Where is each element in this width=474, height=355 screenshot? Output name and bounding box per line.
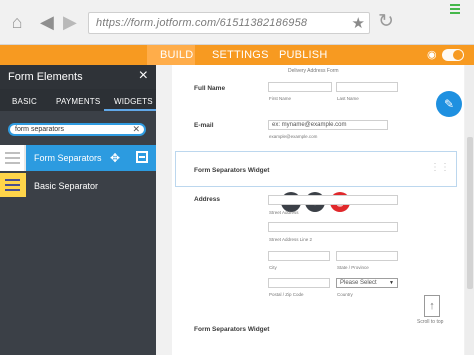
tab-payments[interactable]: PAYMENTS <box>56 97 100 106</box>
url-bar[interactable]: https://form.jotform.com/61511382186958 … <box>88 12 370 34</box>
postal-code-input[interactable] <box>268 278 330 288</box>
reload-icon[interactable]: ↻ <box>376 10 396 32</box>
sidebar-header: Form Elements × <box>0 65 156 89</box>
email-input[interactable]: ex: myname@example.com <box>268 120 388 130</box>
active-tab-indicator <box>104 109 156 111</box>
widget-search-input[interactable]: form separators ✕ <box>8 123 146 136</box>
preview-toggle[interactable] <box>442 49 464 61</box>
paint-brush-icon[interactable]: ✎ <box>436 91 462 117</box>
email-label: E-mail <box>194 122 214 129</box>
country-select[interactable]: Please Select ▼ <box>336 278 398 288</box>
canvas-scrollbar[interactable] <box>465 65 474 355</box>
first-name-sub: First Name <box>269 96 292 101</box>
star-icon[interactable]: ★ <box>352 14 365 32</box>
last-name-sub: Last Name <box>337 96 359 101</box>
sidebar-tabs: BASIC PAYMENTS WIDGETS <box>0 89 156 111</box>
url-text: https://form.jotform.com/61511382186958 <box>96 17 308 29</box>
add-widget-icon[interactable] <box>136 151 148 163</box>
address-label: Address <box>194 196 221 203</box>
widget-title: Form Separators Widget <box>194 167 270 174</box>
sidebar-title: Form Elements <box>8 71 83 83</box>
scroll-to-top-icon[interactable]: ↑ <box>424 295 440 317</box>
scroll-to-top-label[interactable]: Scroll to top <box>417 319 443 325</box>
form-page: Delivery Address Form Full Name First Na… <box>172 65 464 355</box>
back-arrow-icon[interactable]: ◀ <box>40 12 58 32</box>
full-name-label: Full Name <box>194 85 226 92</box>
form-separators-icon <box>0 145 26 171</box>
search-query: form separators <box>15 126 65 133</box>
country-sub: Country <box>337 292 353 297</box>
home-icon[interactable]: ⌂ <box>6 12 28 32</box>
forward-arrow-icon[interactable]: ▶ <box>63 12 81 32</box>
email-placeholder: ex: myname@example.com <box>272 122 347 128</box>
sidebar-item-form-separators[interactable]: Form Separators ✥ <box>0 145 156 171</box>
drag-move-icon[interactable]: ✥ <box>110 151 120 165</box>
top-navigation: BUILD SETTINGS PUBLISH ◉ <box>0 45 474 65</box>
close-icon[interactable]: × <box>139 67 148 85</box>
city-sub: City <box>269 265 277 270</box>
form-separators-widget[interactable]: Form Separators Widget ⋮⋮ <box>175 151 457 187</box>
street-address-2-sub: Street Address Line 2 <box>269 237 313 242</box>
tab-widgets[interactable]: WIDGETS <box>114 97 153 106</box>
sidebar-item-basic-separator[interactable]: Basic Separator <box>0 173 156 197</box>
menu-icon[interactable] <box>450 4 460 14</box>
widget-title-2: Form Separators Widget <box>194 326 270 333</box>
street-address-sub: Street Address <box>269 210 299 215</box>
city-input[interactable] <box>268 251 330 261</box>
postal-code-sub: Postal / Zip Code <box>269 292 304 297</box>
email-sub: example@example.com <box>269 134 318 139</box>
scroll-thumb[interactable] <box>467 137 473 289</box>
last-name-input[interactable] <box>336 82 398 92</box>
toggle-knob <box>453 50 463 60</box>
state-sub: State / Province <box>337 265 369 270</box>
tab-basic[interactable]: BASIC <box>12 97 37 106</box>
street-address-2-input[interactable] <box>268 222 398 232</box>
tab-publish[interactable]: PUBLISH <box>279 49 327 61</box>
form-elements-sidebar: Form Elements × BASIC PAYMENTS WIDGETS f… <box>0 65 156 355</box>
tab-settings[interactable]: SETTINGS <box>212 49 269 61</box>
sidebar-item-label: Form Separators <box>34 153 102 163</box>
state-input[interactable] <box>336 251 398 261</box>
basic-separator-icon <box>0 173 26 197</box>
first-name-input[interactable] <box>268 82 332 92</box>
country-select-value: Please Select <box>340 280 377 286</box>
tab-build[interactable]: BUILD <box>160 49 193 61</box>
chevron-down-icon: ▼ <box>389 280 394 286</box>
eye-icon[interactable]: ◉ <box>427 49 439 61</box>
sidebar-item-label: Basic Separator <box>34 181 99 191</box>
form-header-text: Delivery Address Form <box>288 68 339 74</box>
browser-toolbar: ⌂ ◀ ▶ https://form.jotform.com/615113821… <box>0 0 474 45</box>
street-address-input[interactable] <box>268 195 398 205</box>
clear-search-icon[interactable]: ✕ <box>132 124 140 135</box>
drag-handle-icon[interactable]: ⋮⋮ <box>430 162 450 173</box>
